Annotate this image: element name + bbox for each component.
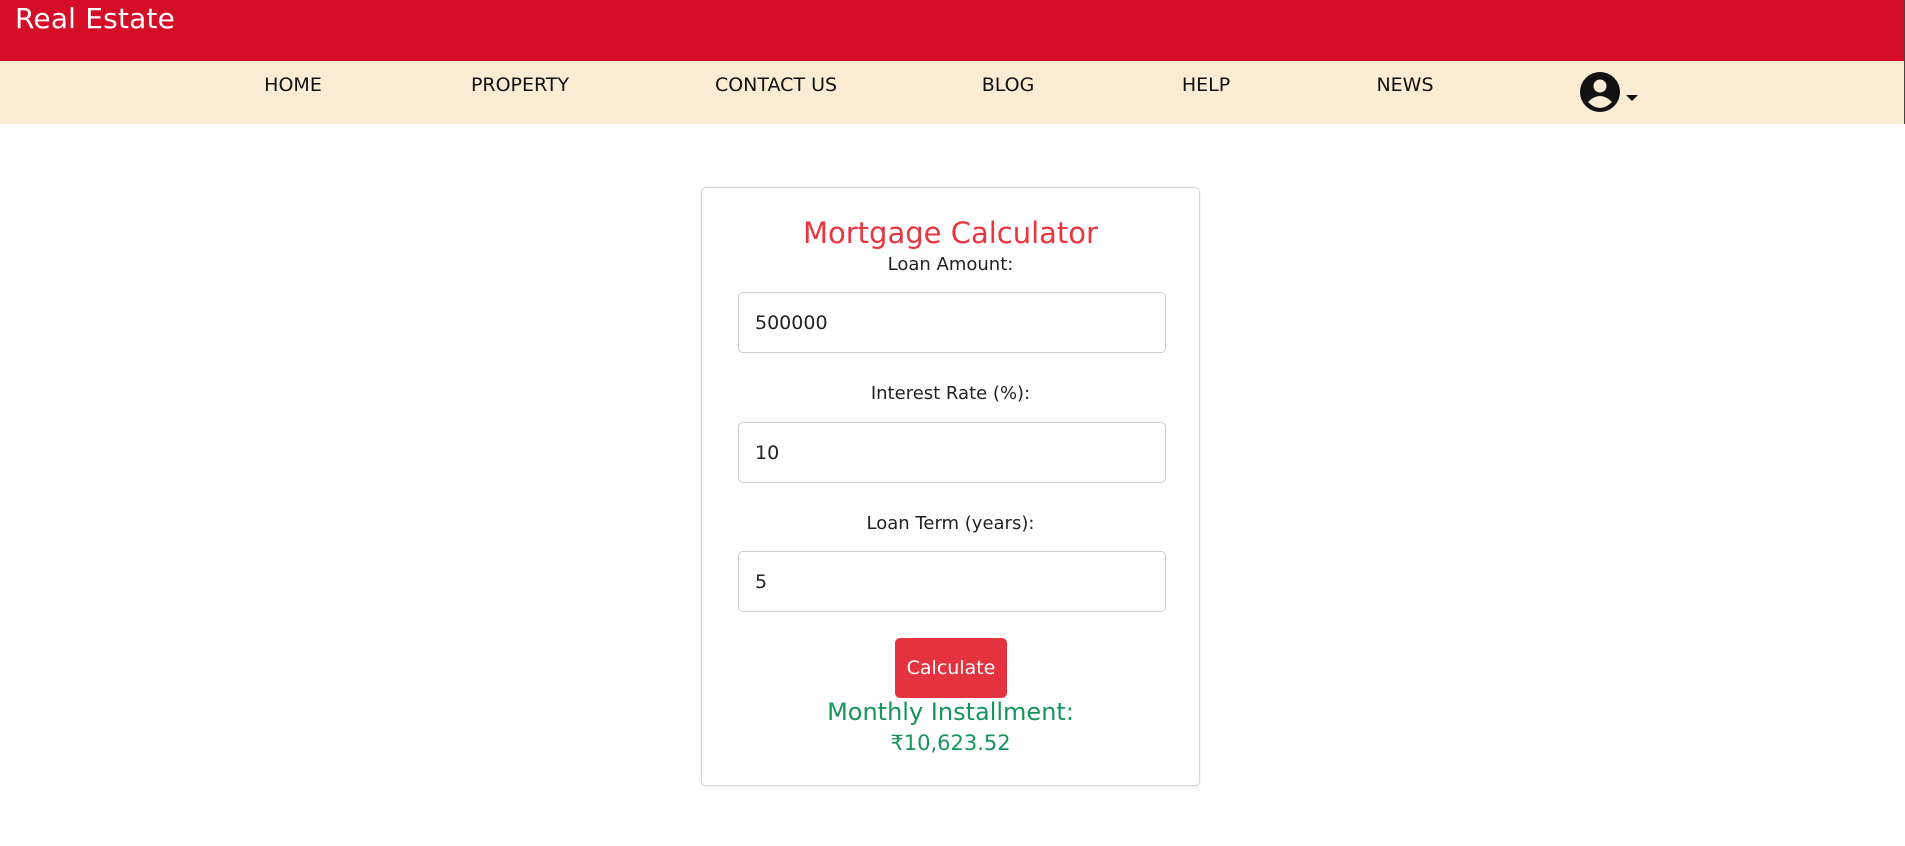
profile-menu[interactable] xyxy=(1579,70,1639,114)
calculate-button[interactable]: Calculate xyxy=(895,638,1007,698)
loan-term-label: Loan Term (years): xyxy=(866,513,1035,534)
monthly-installment-value: ₹10,623.52 xyxy=(890,731,1011,755)
loan-amount-input[interactable] xyxy=(738,292,1166,353)
interest-rate-label: Interest Rate (%): xyxy=(870,383,1031,404)
top-header-bar: Real Estate xyxy=(0,0,1905,61)
nav-contact-us[interactable]: CONTACT US xyxy=(715,61,837,110)
mortgage-calculator-card: Mortgage Calculator Loan Amount: Interes… xyxy=(701,187,1200,786)
loan-amount-label: Loan Amount: xyxy=(887,254,1014,275)
brand-title[interactable]: Real Estate xyxy=(15,0,175,38)
nav-home[interactable]: HOME xyxy=(264,61,322,110)
account-circle-icon xyxy=(1580,72,1620,112)
monthly-installment-label: Monthly Installment: xyxy=(827,698,1074,726)
interest-rate-input[interactable] xyxy=(738,422,1166,483)
nav-news[interactable]: NEWS xyxy=(1376,61,1433,110)
caret-down-icon xyxy=(1626,95,1638,101)
page: Real Estate HOME PROPERTY CONTACT US BLO… xyxy=(0,0,1905,846)
nav-blog[interactable]: BLOG xyxy=(982,61,1035,110)
loan-term-input[interactable] xyxy=(738,551,1166,612)
calculator-title: Mortgage Calculator xyxy=(803,216,1098,250)
nav-property[interactable]: PROPERTY xyxy=(471,61,569,110)
nav-help[interactable]: HELP xyxy=(1182,61,1230,110)
main-navbar: HOME PROPERTY CONTACT US BLOG HELP NEWS xyxy=(0,61,1905,124)
